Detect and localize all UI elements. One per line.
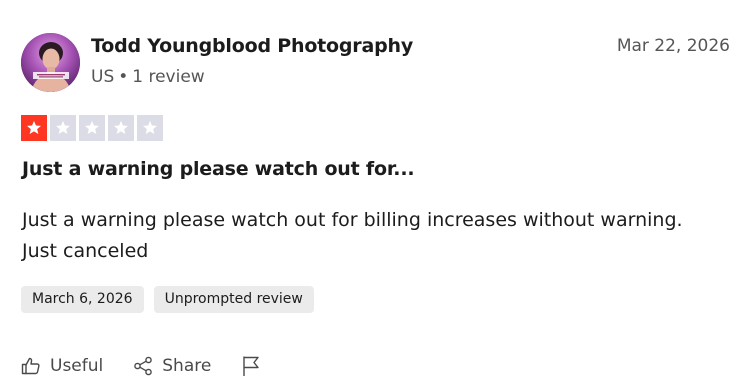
reviewer-name[interactable]: Todd Youngblood Photography [91,35,413,57]
useful-button[interactable]: Useful [21,356,103,376]
review-tags: March 6, 2026 Unprompted review [21,286,314,313]
review-actions: Useful Share [21,352,261,380]
review-date: Mar 22, 2026 [616,36,730,56]
star-empty [79,115,105,141]
unprompted-review-tag[interactable]: Unprompted review [153,286,314,313]
reviewer-meta: US • 1 review [91,67,205,87]
useful-label: Useful [50,356,104,376]
flag-icon [241,355,261,377]
star-empty [137,115,163,141]
review-title[interactable]: Just a warning please watch out for... [22,158,415,180]
reviewer-country: US [91,67,115,87]
reviewer-avatar[interactable] [21,33,80,92]
star-empty [50,115,76,141]
meta-separator: • [118,67,129,87]
reviewer-review-count: 1 review [132,67,205,87]
star-empty [108,115,134,141]
star-rating [21,115,163,141]
review-body: Just a warning please watch out for bill… [22,209,683,262]
review-card: Todd Youngblood Photography US • 1 review … [0,0,745,390]
thumbs-up-icon [21,356,41,376]
share-button[interactable]: Share [133,356,211,376]
experience-date-tag: March 6, 2026 [21,286,144,313]
share-label: Share [162,356,212,376]
report-button[interactable] [241,355,261,377]
share-icon [133,356,153,376]
star-filled [21,115,47,141]
